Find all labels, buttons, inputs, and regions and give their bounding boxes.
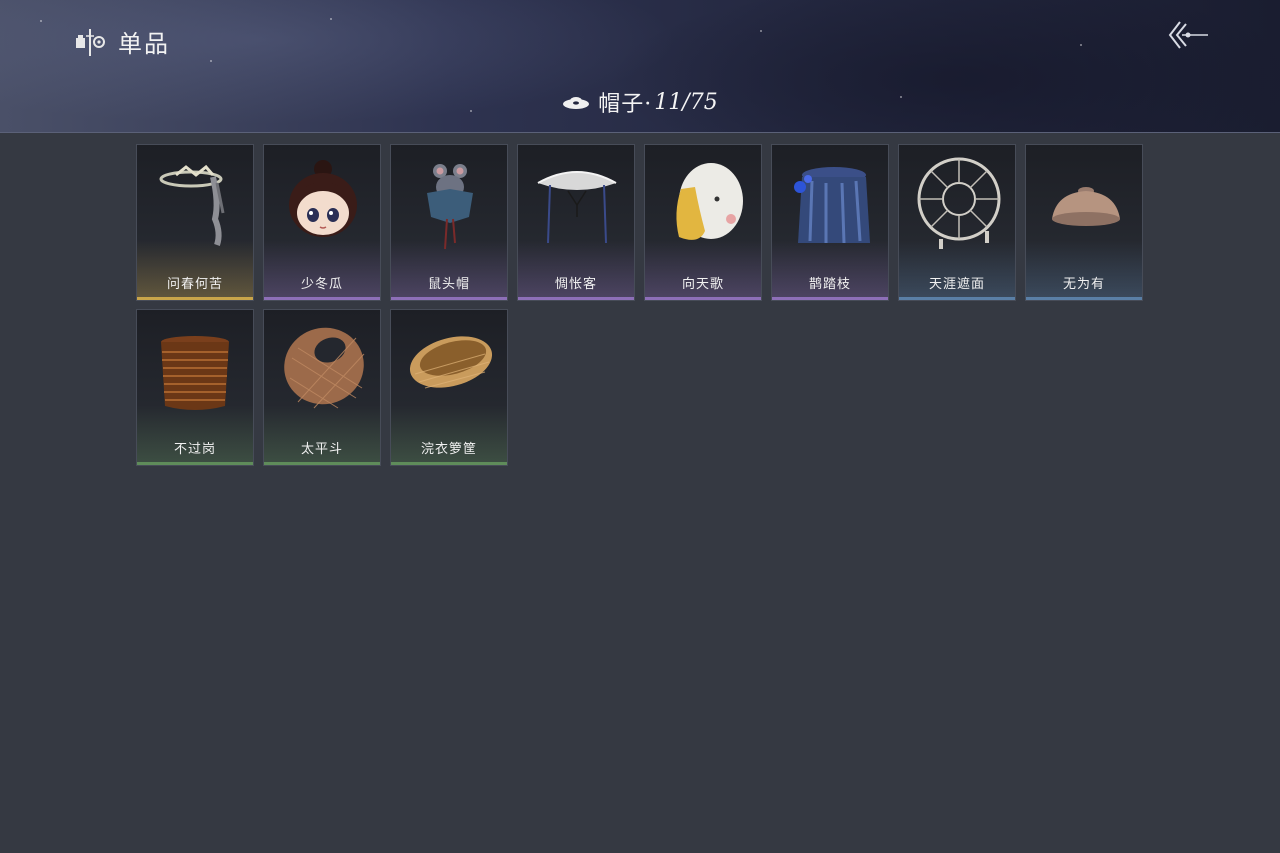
item-name: 少冬瓜 — [300, 277, 343, 292]
item-name: 鹊踏枝 — [808, 277, 851, 292]
rarity-bar — [899, 297, 1015, 300]
chibi-head-icon — [289, 160, 357, 237]
rarity-bar — [772, 297, 888, 300]
category-heading: 帽子· 11/75 — [0, 86, 1280, 118]
hat-icon — [563, 97, 590, 109]
rarity-bar — [137, 462, 253, 465]
page-title: 单品 — [118, 30, 170, 58]
rarity-bar — [518, 297, 634, 300]
item-card[interactable]: 无为有 — [1025, 144, 1143, 301]
stacked-bowls-icon — [161, 336, 229, 410]
item-name: 鼠头帽 — [427, 277, 470, 292]
bowl-hat-icon — [1052, 187, 1120, 226]
item-name: 浣衣箩筐 — [420, 442, 477, 457]
brand: 单品 — [74, 24, 170, 59]
item-name: 问春何苦 — [166, 277, 223, 292]
woven-basket-icon — [284, 327, 365, 409]
ribbon-hat-icon — [159, 164, 225, 246]
item-card[interactable]: 鼠头帽 — [390, 144, 508, 301]
item-card[interactable]: 天涯遮面 — [898, 144, 1016, 301]
category-label: 帽子· — [598, 92, 653, 117]
blue-veil-icon — [794, 167, 870, 244]
item-name: 向天歌 — [681, 277, 724, 292]
item-card[interactable]: 浣衣箩筐 — [390, 309, 508, 466]
item-card[interactable]: 惆怅客 — [517, 144, 635, 301]
category-count: 11/75 — [654, 89, 718, 115]
rarity-bar — [1026, 297, 1142, 300]
item-name: 无为有 — [1062, 277, 1105, 292]
rarity-bar — [391, 297, 507, 300]
item-card[interactable]: 不过岗 — [136, 309, 254, 466]
item-card[interactable]: 问春何苦 — [136, 144, 254, 301]
item-name: 天涯遮面 — [928, 277, 985, 292]
wheel-hat-icon — [917, 157, 1001, 249]
rarity-bar — [645, 297, 761, 300]
rarity-bar — [264, 297, 380, 300]
item-card[interactable]: 鹊踏枝 — [771, 144, 889, 301]
rarity-bar — [264, 462, 380, 465]
item-card[interactable]: 太平斗 — [263, 309, 381, 466]
goose-hood-icon — [676, 163, 743, 240]
item-card[interactable]: 少冬瓜 — [263, 144, 381, 301]
laundry-basket-icon — [409, 336, 493, 389]
back-arrows-icon — [1168, 21, 1208, 49]
veil-hat-icon — [537, 171, 617, 244]
mouse-hood-icon — [427, 164, 473, 250]
rarity-bar — [137, 297, 253, 300]
rarity-bar — [391, 462, 507, 465]
back-button[interactable] — [1166, 18, 1210, 52]
item-name: 不过岗 — [173, 442, 216, 457]
item-name: 太平斗 — [300, 442, 343, 457]
item-name: 惆怅客 — [554, 277, 597, 292]
brand-emblem-icon — [76, 28, 105, 56]
item-card[interactable]: 向天歌 — [644, 144, 762, 301]
top-header: 单品 帽子· 11/75 — [0, 0, 1280, 133]
